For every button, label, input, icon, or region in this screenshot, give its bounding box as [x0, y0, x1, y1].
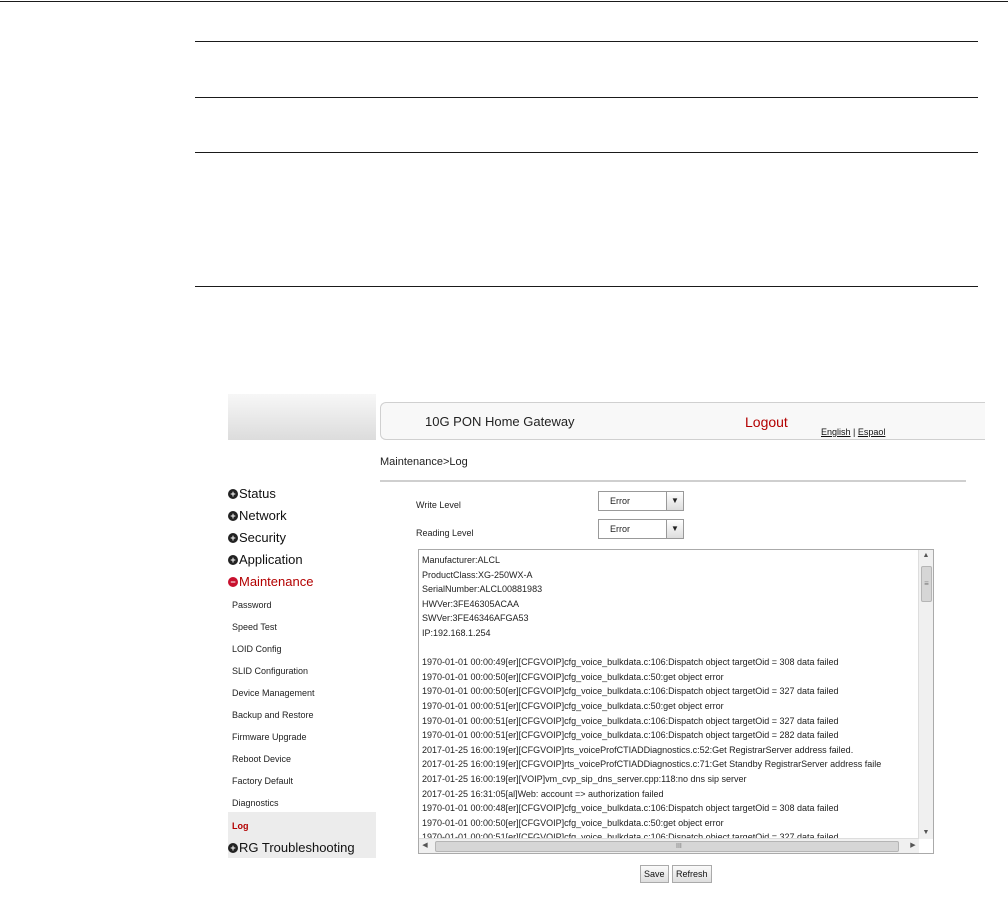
lang-separator: | — [850, 427, 858, 437]
log-output[interactable]: Manufacturer:ALCL ProductClass:XG-250WX-A… — [418, 549, 934, 854]
log-line: 2017-01-25 16:00:19[er][CFGVOIP]rts_voic… — [422, 744, 854, 755]
sidebar-sub-diagnostics[interactable]: Diagnostics — [232, 798, 279, 808]
sidebar-sub-factory-default[interactable]: Factory Default — [232, 776, 293, 786]
chevron-down-icon[interactable]: ▼ — [666, 492, 683, 510]
log-text: Manufacturer:ALCL ProductClass:XG-250WX-A… — [422, 553, 920, 845]
expand-icon: + — [228, 533, 238, 543]
sidebar-item-status[interactable]: + Status — [228, 486, 276, 501]
log-line: 1970-01-01 00:00:51[er][CFGVOIP]cfg_voic… — [422, 715, 839, 726]
sidebar-sub-device-management[interactable]: Device Management — [232, 688, 315, 698]
log-line: 2017-01-25 16:00:19[er][CFGVOIP]rts_voic… — [422, 759, 882, 770]
sidebar-sub-firmware-upgrade[interactable]: Firmware Upgrade — [232, 732, 307, 742]
write-level-label: Write Level — [416, 500, 461, 510]
sidebar-item-label: RG Troubleshooting — [239, 840, 355, 855]
sidebar-item-label: Maintenance — [239, 574, 314, 589]
breadcrumb: Maintenance>Log — [380, 456, 468, 468]
document-rule-3 — [195, 97, 978, 98]
horizontal-scrollbar[interactable]: ◀ III ▶ — [419, 838, 919, 853]
sidebar-sub-log[interactable]: Log — [232, 821, 249, 831]
document-rule-5 — [195, 286, 978, 287]
log-line: 2017-01-25 16:31:05[al]Web: account => a… — [422, 788, 664, 799]
sidebar-item-label: Application — [239, 552, 303, 567]
vertical-scroll-thumb[interactable]: ≡ — [921, 566, 932, 602]
log-line: 2017-01-25 16:00:19[er][VOIP]vm_cvp_sip_… — [422, 773, 747, 784]
expand-icon: + — [228, 555, 238, 565]
write-level-select[interactable]: Error ▼ — [598, 491, 684, 511]
log-line: ProductClass:XG-250WX-A — [422, 569, 533, 580]
expand-icon: + — [228, 511, 238, 521]
brand-title: 10G PON Home Gateway — [425, 414, 575, 429]
lang-english-link[interactable]: English — [821, 427, 851, 437]
language-switcher: English | Espaol — [821, 427, 885, 437]
sidebar-item-label: Security — [239, 530, 286, 545]
breadcrumb-divider — [380, 480, 966, 482]
log-line: 1970-01-01 00:00:49[er][CFGVOIP]cfg_voic… — [422, 657, 839, 668]
document-rule-top — [0, 1, 1008, 2]
scroll-left-icon[interactable]: ◀ — [419, 839, 431, 853]
horizontal-scroll-thumb[interactable]: III — [435, 841, 899, 852]
sidebar-sub-loid-config[interactable]: LOID Config — [232, 644, 282, 654]
log-line: 1970-01-01 00:00:50[er][CFGVOIP]cfg_voic… — [422, 671, 724, 682]
log-line: SerialNumber:ALCL00881983 — [422, 584, 543, 595]
log-line: 1970-01-01 00:00:48[er][CFGVOIP]cfg_voic… — [422, 803, 839, 814]
scroll-right-icon[interactable]: ▶ — [907, 839, 919, 853]
sidebar-sub-slid-configuration[interactable]: SLID Configuration — [232, 666, 308, 676]
collapse-icon: − — [228, 577, 238, 587]
top-bar: 10G PON Home Gateway Logout English | Es… — [380, 402, 985, 440]
sidebar-sub-password[interactable]: Password — [232, 600, 272, 610]
log-line: SWVer:3FE46346AFGA53 — [422, 613, 529, 624]
log-line: 1970-01-01 00:00:50[er][CFGVOIP]cfg_voic… — [422, 686, 839, 697]
sidebar-item-security[interactable]: + Security — [228, 530, 286, 545]
refresh-button[interactable]: Refresh — [672, 865, 712, 883]
reading-level-select[interactable]: Error ▼ — [598, 519, 684, 539]
write-level-value: Error — [610, 496, 630, 506]
sidebar-sub-speed-test[interactable]: Speed Test — [232, 622, 277, 632]
sidebar-item-label: Network — [239, 508, 287, 523]
lang-espanol-link[interactable]: Espaol — [858, 427, 886, 437]
log-line: IP:192.168.1.254 — [422, 627, 491, 638]
save-button[interactable]: Save — [640, 865, 669, 883]
log-line: Manufacturer:ALCL — [422, 555, 501, 565]
document-rule-2 — [195, 41, 978, 42]
vertical-scrollbar[interactable]: ▲ ≡ ▼ — [918, 550, 933, 839]
sidebar-item-maintenance[interactable]: − Maintenance — [228, 574, 313, 589]
log-line: 1970-01-01 00:00:50[er][CFGVOIP]cfg_voic… — [422, 817, 724, 828]
sidebar-item-network[interactable]: + Network — [228, 508, 287, 523]
log-line: 1970-01-01 00:00:51[er][CFGVOIP]cfg_voic… — [422, 700, 724, 711]
grip-icon: ≡ — [924, 579, 929, 588]
gateway-log-page: 10G PON Home Gateway Logout English | Es… — [228, 394, 985, 888]
sidebar-item-application[interactable]: + Application — [228, 552, 303, 567]
expand-icon: + — [228, 489, 238, 499]
scroll-down-icon[interactable]: ▼ — [919, 827, 933, 839]
log-line: HWVer:3FE46305ACAA — [422, 598, 520, 609]
grip-icon: III — [676, 843, 682, 850]
sidebar-header — [228, 394, 376, 440]
sidebar-sub-reboot-device[interactable]: Reboot Device — [232, 754, 291, 764]
reading-level-label: Reading Level — [416, 528, 474, 538]
sidebar-sub-backup-restore[interactable]: Backup and Restore — [232, 710, 314, 720]
chevron-down-icon[interactable]: ▼ — [666, 520, 683, 538]
expand-icon: + — [228, 843, 238, 853]
log-line: 1970-01-01 00:00:51[er][CFGVOIP]cfg_voic… — [422, 730, 839, 741]
logout-link[interactable]: Logout — [745, 414, 788, 430]
sidebar-item-label: Status — [239, 486, 276, 501]
scroll-up-icon[interactable]: ▲ — [919, 550, 933, 562]
reading-level-value: Error — [610, 524, 630, 534]
document-rule-4 — [195, 152, 978, 153]
sidebar-item-rg-troubleshooting[interactable]: + RG Troubleshooting — [228, 840, 355, 855]
